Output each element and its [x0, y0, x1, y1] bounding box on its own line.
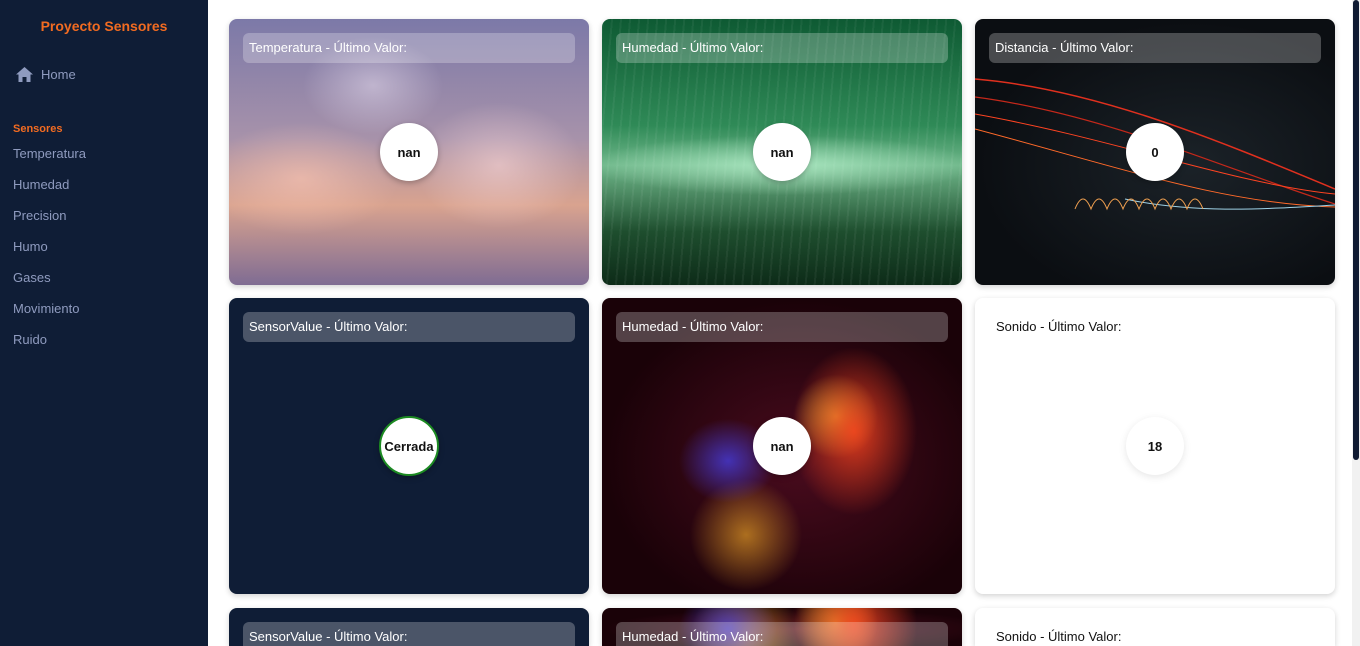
sidebar-item-humo[interactable]: Humo — [13, 237, 86, 268]
sensor-card-sonido[interactable]: Sonido - Último Valor: 18 — [975, 298, 1335, 594]
card-title: Humedad - Último Valor: — [616, 622, 948, 646]
scrollbar[interactable] — [1352, 0, 1360, 646]
sidebar-item-gases[interactable]: Gases — [13, 268, 86, 299]
card-title: Distancia - Último Valor: — [989, 33, 1321, 63]
sensor-nav: Temperatura Humedad Precision Humo Gases… — [13, 144, 86, 361]
app-brand[interactable]: Proyecto Sensores — [0, 18, 208, 34]
sensor-card-humedad-3[interactable]: Humedad - Último Valor: — [602, 608, 962, 646]
home-icon — [16, 67, 33, 82]
sidebar-item-temperatura[interactable]: Temperatura — [13, 144, 86, 175]
card-value: nan — [753, 123, 811, 181]
card-title: Sonido - Último Valor: — [996, 319, 1122, 334]
nav-home[interactable]: Home — [15, 66, 76, 83]
card-title: SensorValue - Último Valor: — [243, 312, 575, 342]
nav-home-label: Home — [41, 67, 76, 82]
sensor-card-sensorvalue[interactable]: SensorValue - Último Valor: Cerrada — [229, 298, 589, 594]
sensor-card-distancia[interactable]: Distancia - Último Valor: 0 — [975, 19, 1335, 285]
sensor-card-temperatura[interactable]: Temperatura - Último Valor: nan — [229, 19, 589, 285]
card-value: nan — [753, 417, 811, 475]
sensor-card-sonido-2[interactable]: Sonido - Último Valor: — [975, 608, 1335, 646]
sidebar-item-humedad[interactable]: Humedad — [13, 175, 86, 206]
sensor-card-humedad-2[interactable]: Humedad - Último Valor: nan — [602, 298, 962, 594]
sidebar-item-movimiento[interactable]: Movimiento — [13, 299, 86, 330]
sidebar: Proyecto Sensores Home Sensores Temperat… — [0, 0, 208, 646]
card-title: Temperatura - Último Valor: — [243, 33, 575, 63]
card-title: Sonido - Último Valor: — [996, 629, 1122, 644]
card-value: Cerrada — [379, 416, 439, 476]
card-value: 18 — [1126, 417, 1184, 475]
sensor-card-humedad[interactable]: Humedad - Último Valor: nan — [602, 19, 962, 285]
card-title: Humedad - Último Valor: — [616, 312, 948, 342]
sidebar-section-title: Sensores — [13, 123, 63, 135]
dashboard-main: Temperatura - Último Valor: nan Humedad … — [208, 0, 1352, 646]
sensor-card-sensorvalue-2[interactable]: SensorValue - Último Valor: — [229, 608, 589, 646]
scrollbar-thumb[interactable] — [1353, 0, 1359, 460]
card-value: 0 — [1126, 123, 1184, 181]
sidebar-item-ruido[interactable]: Ruido — [13, 330, 86, 361]
card-value: nan — [380, 123, 438, 181]
sidebar-item-precision[interactable]: Precision — [13, 206, 86, 237]
card-title: Humedad - Último Valor: — [616, 33, 948, 63]
card-title: SensorValue - Último Valor: — [243, 622, 575, 646]
